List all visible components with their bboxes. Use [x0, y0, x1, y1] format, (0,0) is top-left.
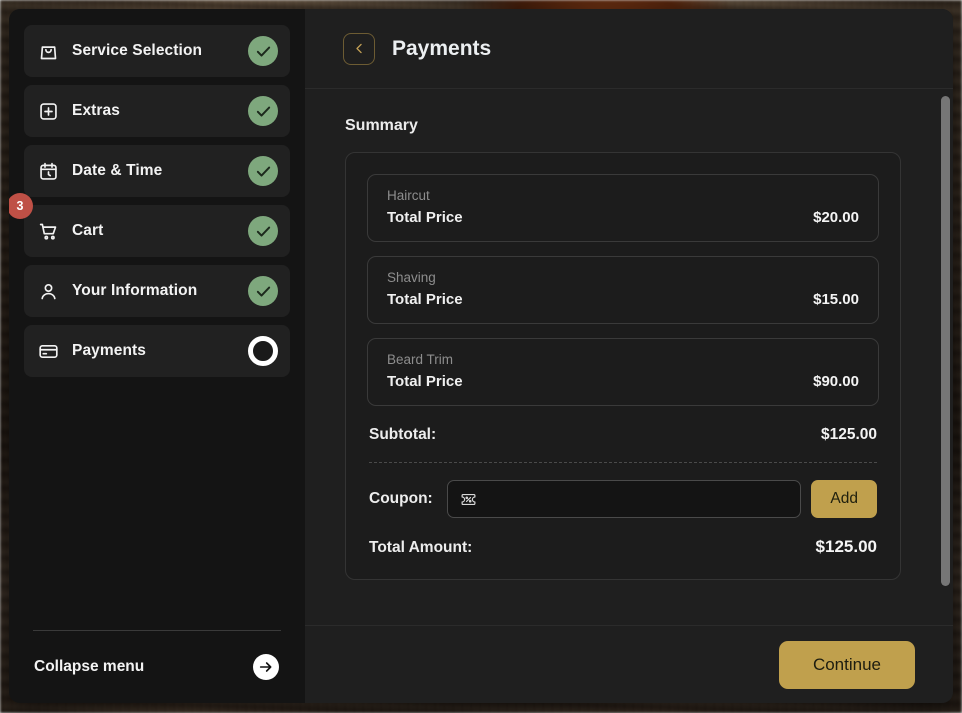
panel-footer: Continue — [305, 625, 953, 703]
line-item-row: Total Price $15.00 — [387, 291, 859, 308]
scroll-area: Summary Haircut Total Price $20.00 Shavi… — [305, 89, 953, 625]
coupon-input[interactable] — [485, 491, 789, 507]
collapse-menu-button[interactable]: Collapse menu — [24, 631, 290, 703]
coupon-input-wrapper[interactable] — [447, 480, 802, 518]
sidebar-item-label: Payments — [72, 342, 248, 360]
dashed-divider — [369, 462, 877, 463]
sidebar: Service Selection Extras — [9, 9, 305, 703]
user-icon — [37, 280, 59, 302]
coupon-label: Coupon: — [369, 490, 433, 508]
status-badge-complete — [248, 96, 278, 126]
line-item: Shaving Total Price $15.00 — [367, 256, 879, 324]
line-item-name: Shaving — [387, 270, 859, 285]
subtotal-value: $125.00 — [821, 426, 877, 444]
scrollbar-track[interactable] — [941, 89, 950, 625]
credit-card-icon — [37, 340, 59, 362]
shopping-bag-icon — [37, 40, 59, 62]
line-item-row: Total Price $90.00 — [387, 373, 859, 390]
status-badge-complete — [248, 36, 278, 66]
total-label: Total Amount: — [369, 539, 472, 557]
sidebar-item-cart[interactable]: 3 Cart — [24, 205, 290, 257]
add-coupon-button[interactable]: Add — [811, 480, 877, 518]
line-item-price: $20.00 — [813, 209, 859, 226]
sidebar-item-label: Service Selection — [72, 42, 248, 60]
panel-header: Payments — [305, 9, 953, 89]
arrow-right-circle-icon[interactable] — [253, 654, 279, 680]
line-item: Haircut Total Price $20.00 — [367, 174, 879, 242]
total-value: $125.00 — [816, 537, 877, 557]
line-item: Beard Trim Total Price $90.00 — [367, 338, 879, 406]
continue-button[interactable]: Continue — [779, 641, 915, 689]
line-item-row: Total Price $20.00 — [387, 209, 859, 226]
line-item-name: Beard Trim — [387, 352, 859, 367]
main-panel: Payments Summary Haircut Total Price $20… — [305, 9, 953, 703]
sidebar-item-your-information[interactable]: Your Information — [24, 265, 290, 317]
line-item-price: $90.00 — [813, 373, 859, 390]
sidebar-item-payments[interactable]: Payments — [24, 325, 290, 377]
subtotal-label: Subtotal: — [369, 426, 436, 444]
line-item-label: Total Price — [387, 291, 463, 308]
collapse-menu-section: Collapse menu — [9, 630, 305, 703]
sidebar-item-label: Date & Time — [72, 162, 248, 180]
line-item-label: Total Price — [387, 209, 463, 226]
status-badge-complete — [248, 156, 278, 186]
status-badge-complete — [248, 276, 278, 306]
coupon-row: Coupon: Add — [369, 480, 877, 518]
sidebar-item-date-time[interactable]: Date & Time — [24, 145, 290, 197]
scrollbar-thumb[interactable] — [941, 96, 950, 586]
sidebar-item-label: Extras — [72, 102, 248, 120]
sidebar-item-label: Cart — [72, 222, 248, 240]
total-row: Total Amount: $125.00 — [369, 537, 877, 557]
step-nav-list: Service Selection Extras — [9, 9, 305, 630]
sidebar-item-label: Your Information — [72, 282, 248, 300]
sidebar-item-service-selection[interactable]: Service Selection — [24, 25, 290, 77]
cart-count-badge: 3 — [9, 193, 33, 219]
line-item-label: Total Price — [387, 373, 463, 390]
chevron-left-icon — [352, 41, 367, 56]
collapse-menu-label: Collapse menu — [34, 658, 253, 676]
square-plus-icon — [37, 100, 59, 122]
page-title: Payments — [392, 37, 491, 61]
status-badge-current — [248, 336, 278, 366]
calendar-clock-icon — [37, 160, 59, 182]
line-item-name: Haircut — [387, 188, 859, 203]
ticket-percent-icon — [460, 491, 477, 508]
booking-modal: Service Selection Extras — [9, 9, 953, 703]
sidebar-item-extras[interactable]: Extras — [24, 85, 290, 137]
subtotal-row: Subtotal: $125.00 — [369, 426, 877, 444]
back-button[interactable] — [343, 33, 375, 65]
status-badge-complete — [248, 216, 278, 246]
summary-heading: Summary — [345, 117, 901, 135]
summary-card: Haircut Total Price $20.00 Shaving Total… — [345, 152, 901, 580]
line-item-price: $15.00 — [813, 291, 859, 308]
shopping-cart-icon — [37, 220, 59, 242]
